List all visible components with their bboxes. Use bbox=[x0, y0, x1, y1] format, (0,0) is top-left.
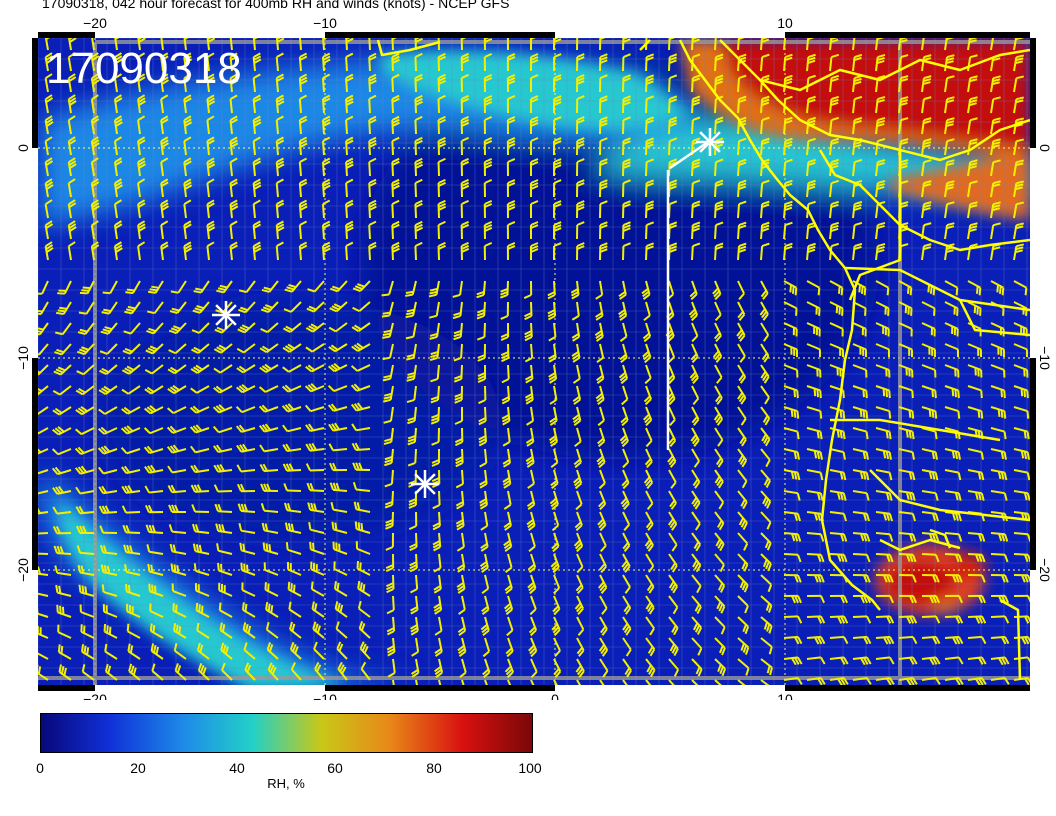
y-tick-label: −20 bbox=[15, 558, 31, 582]
storm-marker bbox=[212, 301, 240, 329]
rh-field bbox=[38, 38, 1030, 685]
colorbar-title: RH, % bbox=[267, 776, 305, 791]
map-canvas: 17090318 −20 −10 10 −20 −10 0 10 0 −10 −… bbox=[15, 15, 1053, 700]
colorbar-tick: 80 bbox=[426, 760, 442, 776]
colorbar-tick: 20 bbox=[130, 760, 146, 776]
colorbar-tick: 100 bbox=[518, 760, 542, 776]
y-tick-labels-left: 0 −10 −20 bbox=[15, 144, 31, 582]
y-tick-labels-right: 0 −10 −20 bbox=[1037, 144, 1053, 582]
y-tick-label: −10 bbox=[15, 346, 31, 370]
date-stamp: 17090318 bbox=[46, 44, 242, 93]
x-tick-label: −20 bbox=[83, 691, 107, 700]
x-tick-labels-top: −20 −10 10 bbox=[83, 15, 793, 31]
colorbar-tick: 0 bbox=[36, 760, 44, 776]
y-tick-label: 0 bbox=[1037, 144, 1053, 152]
storm-marker bbox=[411, 470, 439, 498]
x-tick-label: −20 bbox=[83, 15, 107, 31]
x-tick-label: 10 bbox=[777, 691, 793, 700]
x-tick-label: −10 bbox=[313, 691, 337, 700]
y-tick-label: −10 bbox=[1037, 346, 1053, 370]
x-tick-label: −10 bbox=[313, 15, 337, 31]
storm-marker bbox=[696, 128, 724, 156]
x-tick-label: 10 bbox=[777, 15, 793, 31]
colorbar-tick: 60 bbox=[327, 760, 343, 776]
y-tick-label: 0 bbox=[15, 144, 31, 152]
x-tick-labels-bottom: −20 −10 0 10 bbox=[83, 691, 793, 700]
colorbar-tick: 40 bbox=[229, 760, 245, 776]
x-tick-label: 0 bbox=[551, 691, 559, 700]
rh-colorbar bbox=[40, 713, 533, 753]
y-tick-label: −20 bbox=[1037, 558, 1053, 582]
